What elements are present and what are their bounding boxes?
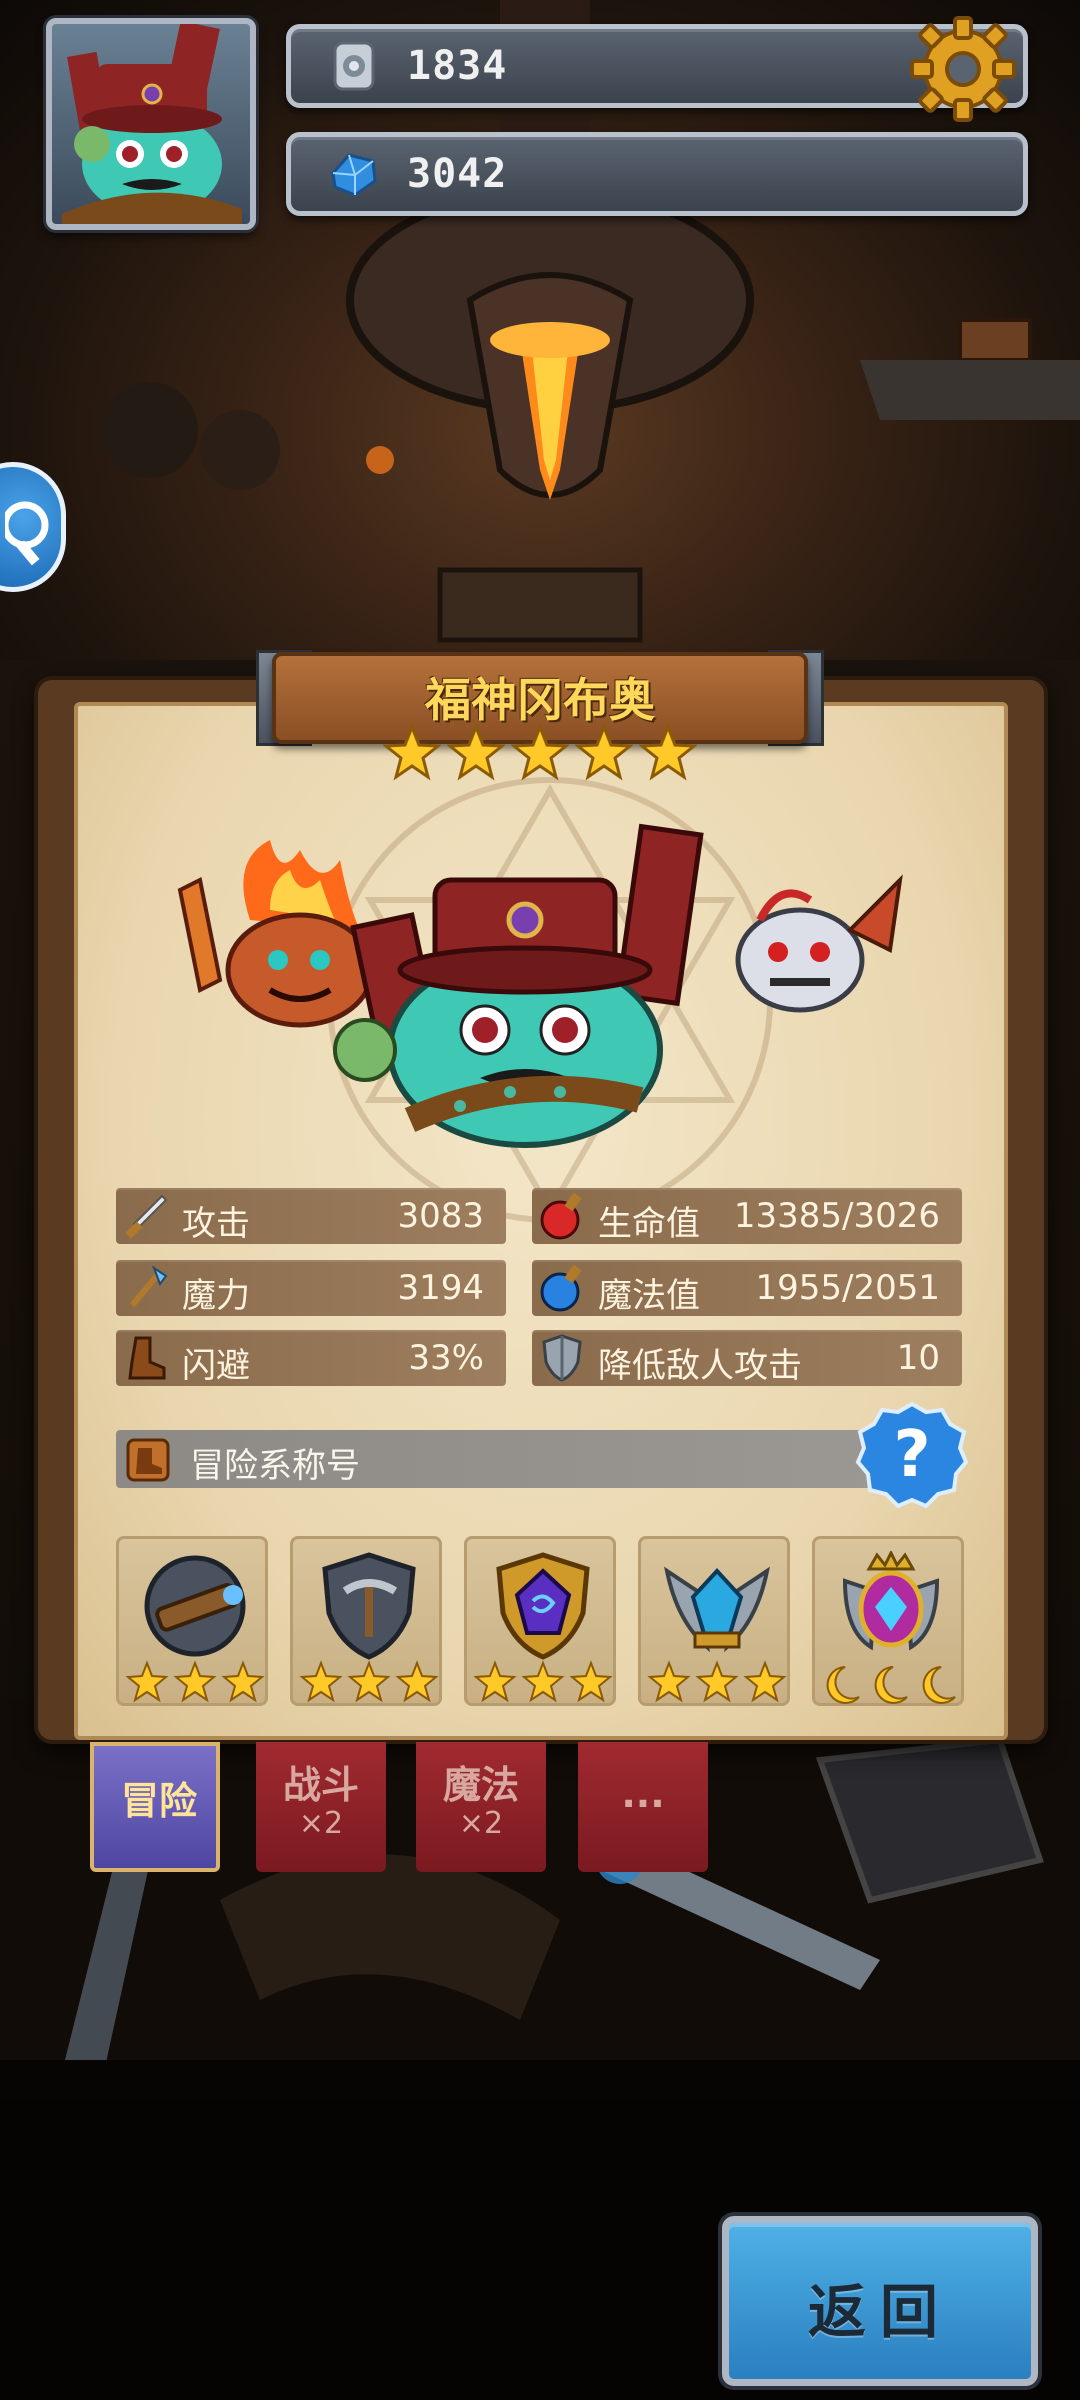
medal-moons <box>826 1666 956 1704</box>
tab-adventure[interactable]: 冒险 <box>90 1742 220 1872</box>
magic-staff-icon <box>129 1265 168 1308</box>
stat-mp: 魔法值 1955/2051 <box>532 1260 962 1316</box>
red-potion-icon <box>540 1192 582 1240</box>
tab-battle[interactable]: 战斗 ×2 <box>256 1742 386 1872</box>
hero-fortune-god-icon <box>333 823 704 1148</box>
stat-dodge: 闪避 33% <box>116 1330 506 1386</box>
hero-star-rating <box>376 724 704 784</box>
stat-hp-value: 13385/3026 <box>733 1196 940 1236</box>
hero-portrait-icon <box>62 24 242 224</box>
hero-group-illustration <box>177 823 903 1148</box>
adventure-title-label: 冒险系称号 <box>190 1446 360 1486</box>
stat-hp: 生命值 13385/3026 <box>532 1188 962 1244</box>
stat-attack-label: 攻击 <box>182 1204 250 1244</box>
pickaxe-shield-icon <box>322 1552 416 1660</box>
stat-reduce-attack: 降低敌人攻击 10 <box>532 1330 962 1386</box>
tab-adventure-label: 冒险 <box>120 1779 197 1823</box>
stat-attack-value: 3083 <box>397 1196 484 1236</box>
medal-crowned-crest[interactable] <box>812 1536 964 1706</box>
back-button[interactable]: 返回 <box>722 2216 1038 2386</box>
star-icon <box>639 724 697 781</box>
boot-icon <box>128 1336 166 1380</box>
silver-coin-value: 1834 <box>407 43 508 89</box>
adventure-boot-icon <box>126 1438 170 1482</box>
star-icon <box>383 724 441 781</box>
stat-attack: 攻击 3083 <box>116 1188 506 1244</box>
winged-crystal-icon <box>664 1566 770 1653</box>
tab-magic-sub: ×2 <box>458 1806 504 1841</box>
tab-battle-label: 战斗 <box>282 1763 359 1807</box>
stat-magic-power-label: 魔力 <box>182 1276 250 1316</box>
help-question-icon[interactable]: ? <box>854 1400 970 1512</box>
star-icon <box>575 724 633 781</box>
stat-reduce-attack-value: 10 <box>896 1338 940 1378</box>
tab-magic-label: 魔法 <box>442 1763 519 1807</box>
adventure-title-row[interactable]: 冒险系称号 <box>116 1430 892 1488</box>
medal-stars <box>647 1660 787 1703</box>
skull-companion-icon <box>735 874 903 1013</box>
settings-gear-icon[interactable] <box>908 14 1018 124</box>
tab-more-label: ... <box>621 1772 665 1816</box>
blue-gem-icon <box>331 153 377 197</box>
stat-reduce-attack-label: 降低敌人攻击 <box>598 1346 802 1386</box>
medal-stars <box>299 1660 439 1703</box>
shield-icon <box>542 1334 582 1382</box>
star-icon <box>447 724 505 781</box>
back-button-label: 返回 <box>807 2278 952 2346</box>
stat-magic-power: 魔力 3194 <box>116 1260 506 1316</box>
svg-text:?: ? <box>893 1418 930 1492</box>
tab-magic[interactable]: 魔法 ×2 <box>416 1742 546 1872</box>
medal-winged-crystal[interactable] <box>638 1536 790 1706</box>
telescope-icon <box>144 1555 246 1657</box>
medal-stars <box>473 1660 613 1703</box>
stat-mp-label: 魔法值 <box>598 1276 700 1316</box>
gem-value: 3042 <box>407 151 508 197</box>
crowned-crest-icon <box>842 1551 940 1651</box>
medal-pickaxe[interactable] <box>290 1536 442 1706</box>
medal-stars <box>125 1660 265 1703</box>
tab-battle-sub: ×2 <box>298 1806 344 1841</box>
star-icon <box>511 724 569 781</box>
sword-icon <box>125 1194 168 1239</box>
tab-more[interactable]: ... <box>578 1742 708 1872</box>
medal-telescope[interactable] <box>116 1536 268 1706</box>
stat-dodge-label: 闪避 <box>182 1346 250 1386</box>
medal-purple-crystal[interactable] <box>464 1536 616 1706</box>
stat-dodge-value: 33% <box>408 1338 484 1378</box>
purple-crystal-shield-icon <box>496 1552 590 1660</box>
stat-magic-power-value: 3194 <box>397 1268 484 1308</box>
magnifier-icon <box>5 501 49 566</box>
player-avatar[interactable] <box>46 18 256 230</box>
stat-hp-label: 生命值 <box>598 1204 700 1244</box>
gem-counter: 3042 <box>286 132 1028 216</box>
blue-potion-icon <box>540 1264 582 1312</box>
fire-companion-icon <box>177 840 375 1028</box>
stat-mp-value: 1955/2051 <box>755 1268 940 1308</box>
silver-coin-icon <box>333 41 375 91</box>
